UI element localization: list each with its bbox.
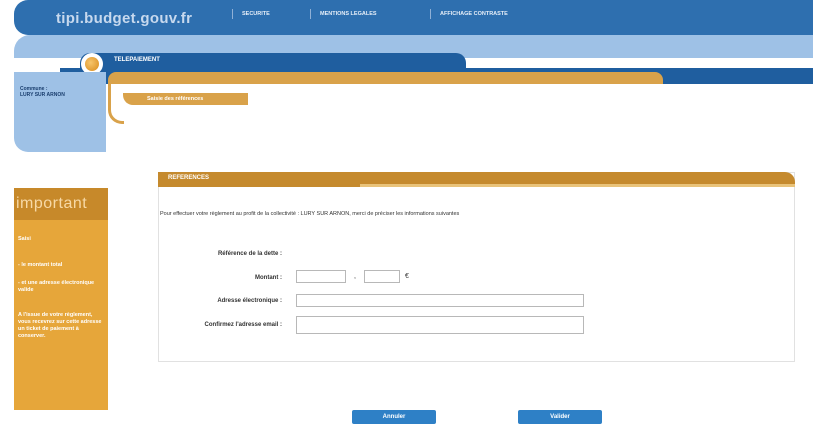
currency-symbol: € [405, 273, 409, 280]
section-title: TELEPAIEMENT [114, 57, 160, 63]
important-panel [14, 188, 108, 410]
cancel-button[interactable]: Annuler [352, 410, 436, 424]
site-name[interactable]: tipi.budget.gouv.fr [56, 10, 192, 27]
confirm-email-label: Confirmez l'adresse email : [204, 322, 282, 328]
important-heading: Saisi [18, 236, 31, 242]
amount-decimal-input[interactable] [364, 270, 400, 283]
legal-link[interactable]: MENTIONS LEGALES [320, 11, 377, 17]
email-input[interactable] [296, 294, 584, 307]
header-separator [310, 9, 311, 19]
debt-reference-label: Référence de la dette : [217, 251, 282, 257]
commune-name: LURY SUR ARNON [20, 92, 65, 98]
decimal-separator: , [354, 273, 356, 280]
security-link[interactable]: SECURITE [242, 11, 270, 17]
commune-info: Commune : LURY SUR ARNON [20, 86, 65, 98]
references-header-strip [360, 184, 795, 187]
sun-icon [85, 57, 99, 71]
references-title: REFERENCES [168, 175, 210, 181]
amount-integer-input[interactable] [296, 270, 346, 283]
references-intro: Pour effectuer votre règlement au profit… [160, 211, 460, 217]
important-title: important [16, 195, 88, 212]
amount-label: Montant : [255, 275, 282, 281]
header-separator [430, 9, 431, 19]
email-label: Adresse électronique : [217, 298, 282, 304]
important-item: - le montant total [18, 262, 63, 268]
commune-panel [14, 72, 106, 152]
step-band [108, 72, 663, 84]
step-curve [108, 84, 124, 124]
important-item: A l'issue de votre règlement, vous recev… [18, 312, 102, 339]
contrast-link[interactable]: AFFICHAGE CONTRASTE [440, 11, 508, 17]
header-separator [232, 9, 233, 19]
important-item: - et une adresse électronique valide [18, 280, 95, 293]
step-title: Saisie des références [147, 96, 204, 102]
confirm-email-input[interactable] [296, 316, 584, 334]
submit-button[interactable]: Valider [518, 410, 602, 424]
